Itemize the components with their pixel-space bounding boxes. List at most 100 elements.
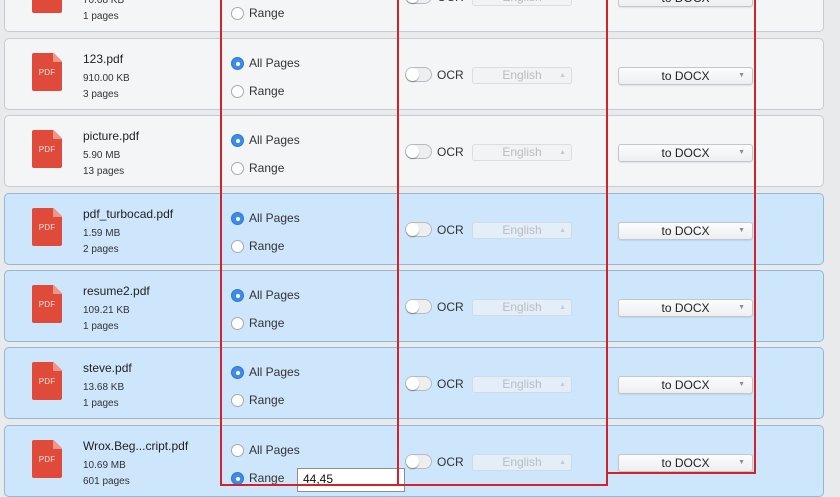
range-radio-button[interactable]	[231, 84, 244, 98]
range-label: Range	[249, 239, 285, 253]
all-pages-radio[interactable]: All Pages	[231, 56, 300, 70]
all-pages-radio-button[interactable]	[231, 133, 244, 147]
pdf-file-icon: PDF	[32, 362, 62, 400]
all-pages-radio-button[interactable]	[231, 211, 244, 225]
dropdown-arrow-icon: ▼︎	[738, 381, 745, 388]
ocr-toggle[interactable]	[405, 144, 432, 159]
dropdown-arrow-icon: ▲︎	[559, 304, 566, 311]
file-name: resume2.pdf	[83, 284, 150, 298]
all-pages-radio[interactable]: All Pages	[231, 133, 300, 147]
range-radio-button[interactable]	[231, 239, 244, 253]
ocr-language-value: English	[502, 0, 541, 4]
output-format-select[interactable]: to DOCX ▼︎	[618, 67, 753, 85]
all-pages-radio[interactable]: All Pages	[231, 443, 300, 457]
pdf-icon-label: PDF	[38, 223, 56, 232]
range-radio[interactable]: Range	[231, 239, 284, 253]
file-row[interactable]: PDF pdf_turbocad.pdf 1.59 MB 2 pages All…	[4, 193, 824, 265]
file-name: Wrox.Beg...cript.pdf	[83, 439, 189, 453]
range-radio[interactable]: Range	[231, 6, 284, 20]
range-radio-button[interactable]	[231, 393, 244, 407]
page-range-input[interactable]: 44,45	[297, 468, 405, 492]
all-pages-label: All Pages	[249, 443, 300, 457]
ocr-language-select: English ▲︎	[472, 299, 572, 316]
ocr-language-select: English ▲︎	[472, 67, 572, 84]
all-pages-label: All Pages	[249, 56, 300, 70]
pdf-file-icon: PDF	[32, 53, 62, 91]
file-size: 70.08 KB	[83, 0, 125, 6]
ocr-language-value: English	[502, 145, 542, 159]
range-radio[interactable]: Range	[231, 393, 284, 407]
file-size: 10.69 MB	[83, 460, 126, 471]
ocr-toggle[interactable]	[405, 222, 432, 237]
range-radio-button[interactable]	[231, 471, 244, 485]
ocr-language-select: English ▲︎	[472, 454, 572, 471]
file-row[interactable]: PDF steve.pdf 13.68 KB 1 pages All Pages…	[4, 347, 824, 419]
file-row[interactable]: PDF 123.pdf 910.00 KB 3 pages All Pages …	[4, 38, 824, 110]
range-radio-button[interactable]	[231, 161, 244, 175]
dropdown-arrow-icon: ▲︎	[559, 149, 566, 156]
pdf-file-icon: PDF	[32, 285, 62, 323]
ocr-toggle[interactable]	[405, 299, 432, 314]
ocr-language-value: English	[502, 377, 542, 391]
file-page-count: 1 pages	[83, 11, 119, 22]
output-format-value: to DOCX	[661, 224, 710, 238]
ocr-language-select: English ▲︎	[472, 0, 572, 6]
pdf-file-icon: PDF	[32, 208, 62, 246]
range-radio[interactable]: Range	[231, 316, 284, 330]
pdf-icon-label: PDF	[38, 377, 56, 386]
ocr-toggle[interactable]	[405, 0, 432, 4]
range-radio[interactable]: Range	[231, 84, 284, 98]
output-format-select[interactable]: to DOCX ▼︎	[618, 299, 753, 317]
all-pages-label: All Pages	[249, 365, 300, 379]
all-pages-radio[interactable]: All Pages	[231, 365, 300, 379]
file-row[interactable]: PDF picture.pdf 5.90 MB 13 pages All Pag…	[4, 115, 824, 187]
all-pages-label: All Pages	[249, 133, 300, 147]
range-radio-button[interactable]	[231, 316, 244, 330]
output-format-select[interactable]: to DOCX ▼︎	[618, 222, 753, 240]
all-pages-label: All Pages	[249, 288, 300, 302]
output-format-select[interactable]: to DOCX ▼︎	[618, 376, 753, 394]
ocr-toggle[interactable]	[405, 376, 432, 391]
all-pages-radio-button[interactable]	[231, 56, 244, 70]
output-format-select[interactable]: to DOCX ▼︎	[618, 0, 753, 7]
ocr-toggle[interactable]	[405, 454, 432, 469]
output-format-value: to DOCX	[661, 69, 710, 83]
ocr-label: OCR	[437, 300, 464, 314]
ocr-label: OCR	[437, 145, 464, 159]
ocr-label: OCR	[437, 223, 464, 237]
output-format-value: to DOCX	[661, 301, 710, 315]
file-row[interactable]: PDF Wrox.Beg...cript.pdf 10.69 MB 601 pa…	[4, 425, 824, 497]
ocr-toggle-knob	[406, 0, 419, 3]
pdf-icon-label: PDF	[38, 455, 56, 464]
all-pages-radio-button[interactable]	[231, 443, 244, 457]
file-page-count: 1 pages	[83, 321, 119, 332]
range-label: Range	[249, 6, 285, 20]
ocr-toggle[interactable]	[405, 67, 432, 82]
file-name: pdf_turbocad.pdf	[83, 207, 174, 221]
all-pages-radio-button[interactable]	[231, 365, 244, 379]
range-label: Range	[249, 471, 285, 485]
all-pages-radio[interactable]: All Pages	[231, 288, 300, 302]
range-radio[interactable]: Range	[231, 161, 284, 175]
output-format-select[interactable]: to DOCX ▼︎	[618, 144, 753, 162]
dropdown-arrow-icon: ▲︎	[559, 0, 566, 5]
range-label: Range	[249, 393, 285, 407]
file-row[interactable]: PDF 70.08 KB 1 pages Range OCR English ▲…	[4, 0, 824, 32]
output-format-select[interactable]: to DOCX ▼︎	[618, 454, 753, 472]
all-pages-radio-button[interactable]	[231, 288, 244, 302]
ocr-language-value: English	[502, 68, 542, 82]
ocr-label: OCR	[437, 455, 464, 469]
file-size: 109.21 KB	[83, 305, 130, 316]
ocr-language-value: English	[502, 455, 542, 469]
dropdown-arrow-icon: ▲︎	[559, 227, 566, 234]
file-row[interactable]: PDF resume2.pdf 109.21 KB 1 pages All Pa…	[4, 270, 824, 342]
pdf-icon-label: PDF	[38, 68, 56, 77]
dropdown-arrow-icon: ▲︎	[559, 459, 566, 466]
range-radio[interactable]: Range	[231, 471, 284, 485]
file-size: 5.90 MB	[83, 150, 121, 161]
all-pages-radio[interactable]: All Pages	[231, 211, 300, 225]
dropdown-arrow-icon: ▼︎	[738, 227, 745, 234]
ocr-toggle-knob	[406, 68, 419, 81]
range-radio-button[interactable]	[231, 6, 244, 20]
file-name: picture.pdf	[83, 129, 140, 143]
